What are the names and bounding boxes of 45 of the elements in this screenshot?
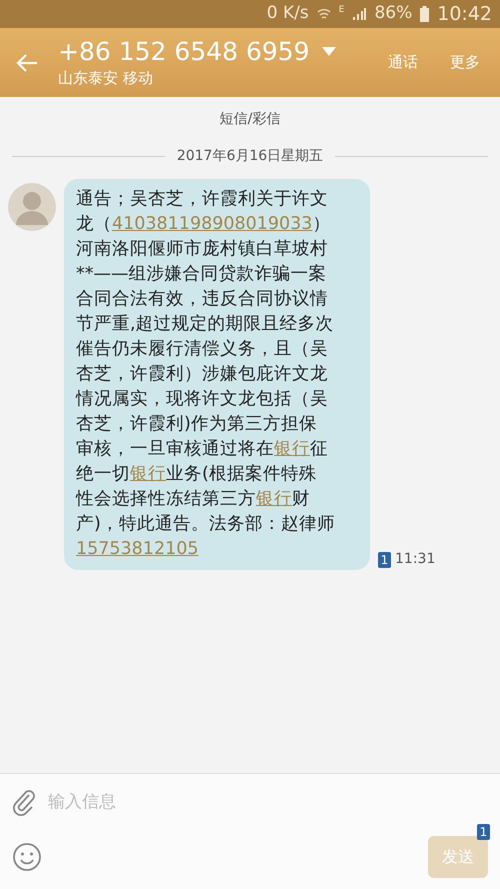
clock: 10:42 [437, 2, 492, 27]
signal-icon [352, 7, 366, 21]
network-type: E [338, 4, 344, 17]
back-arrow-icon[interactable] [16, 52, 38, 72]
header-action[interactable]: 更多 [450, 51, 480, 74]
message-text: 征 [310, 439, 328, 459]
message-link[interactable]: 410381198908019033 [112, 214, 312, 234]
message-link[interactable]: 15753812105 [76, 539, 198, 559]
message-text: ） [312, 214, 330, 234]
attachment-icon[interactable] [12, 790, 36, 816]
message-time: 11:31 [395, 550, 436, 569]
channel-label: 短信/彩信 [220, 110, 280, 129]
sim-badge: 1 [378, 552, 391, 568]
message-text: 性会选择性冻结第三方 [76, 489, 256, 509]
carrier-location: 山东泰安 移动 [58, 68, 154, 89]
message-text: **——组涉嫌合同贷款诈骗一案 [76, 264, 326, 284]
battery-icon [420, 6, 430, 22]
message-text: 催告仍未履行清偿义务，且（吴 [76, 339, 328, 359]
dropdown-icon[interactable] [322, 46, 336, 56]
battery-level: 86% [374, 2, 412, 26]
message-text: 财 [292, 489, 310, 509]
message-text: 龙（ [76, 214, 112, 234]
emoji-icon[interactable] [12, 842, 42, 872]
message-text: 节严重,超过规定的期限且经多次 [76, 314, 334, 334]
message-text: 业务(根据案件特殊 [166, 464, 317, 484]
sim-badge: 1 [477, 824, 490, 840]
message-text: 情况属实，现将许文龙包括（吴 [76, 389, 328, 409]
message-text: 杏芝，许霞利)作为第三方担保 [76, 414, 317, 434]
header-action[interactable]: 通话 [388, 51, 418, 74]
message-text: 杏芝，许霞利）涉嫌包庇许文龙 [76, 364, 328, 384]
message-text: 合同合法有效，违反合同协议情 [76, 289, 328, 309]
message-input[interactable]: 输入信息 [48, 790, 488, 816]
message-text: 通告；吴杏芝，许霞利关于许文 [76, 189, 328, 209]
message-text: 绝一切 [76, 464, 130, 484]
message-text: 审核，一旦审核通过将在 [76, 439, 274, 459]
message-text: 产)，特此通告。法务部：赵律师 [76, 514, 335, 534]
phone-number: +86 152 6548 6959 [58, 36, 310, 67]
avatar-icon[interactable] [8, 183, 56, 231]
message-text: 河南洛阳偃师市庞村镇白草坡村 [76, 239, 328, 259]
network-speed: 0 K/s [266, 2, 309, 26]
message-link[interactable]: 银行 [130, 464, 166, 484]
date-separator: 2017年6月16日星期五 [176, 147, 324, 166]
wifi-icon [316, 7, 331, 21]
message-link[interactable]: 银行 [274, 439, 310, 459]
message-link[interactable]: 银行 [256, 489, 292, 509]
